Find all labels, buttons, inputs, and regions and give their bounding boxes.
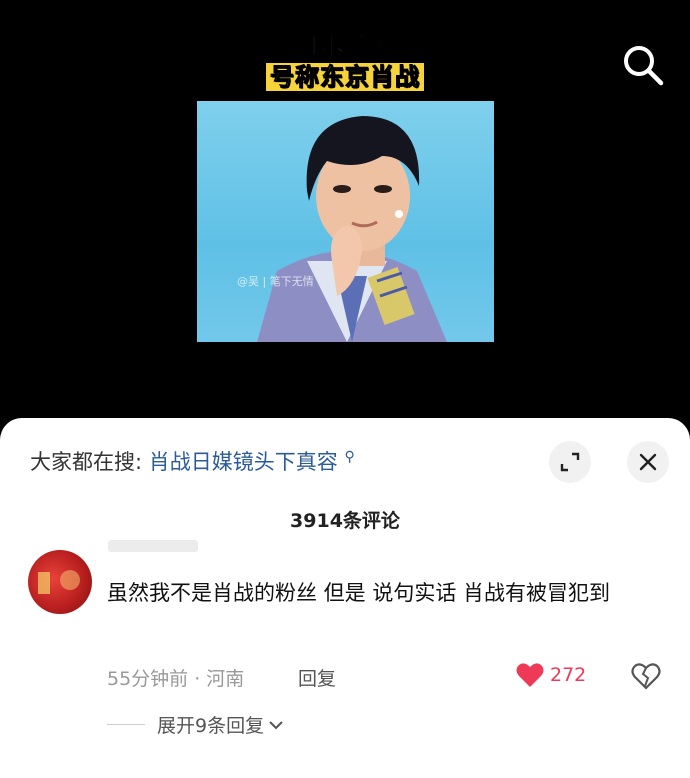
username-placeholder[interactable] <box>108 540 198 552</box>
video-caption-line1: 日本顶流 <box>295 32 395 61</box>
heart-icon <box>516 663 544 687</box>
comments-sheet: 大家都在搜: 肖战日媒镜头下真容 ⚲ 3914条评论 虽然我不是肖战的粉丝 但是… <box>0 418 690 778</box>
dislike-button[interactable] <box>631 662 661 694</box>
comment-text: 虽然我不是肖战的粉丝 但是 说句实话 肖战有被冒犯到 <box>107 581 611 605</box>
like-button[interactable]: 272 <box>516 662 586 688</box>
search-icon[interactable] <box>620 42 666 88</box>
hot-search-suggestion[interactable]: 大家都在搜: 肖战日媒镜头下真容 ⚲ <box>30 446 355 476</box>
small-search-icon: ⚲ <box>344 449 355 465</box>
expand-icon <box>560 452 580 472</box>
divider-line <box>107 724 145 725</box>
hot-search-prefix: 大家都在搜: <box>30 450 143 474</box>
comment-count: 3914条评论 <box>290 510 400 532</box>
expand-replies-button[interactable]: 展开9条回复 <box>107 711 284 738</box>
close-icon <box>639 453 657 471</box>
hot-search-term[interactable]: 肖战日媒镜头下真容 <box>149 450 338 474</box>
broken-heart-icon <box>631 663 661 690</box>
performer-image <box>257 116 447 342</box>
expand-fullscreen-button[interactable] <box>549 441 591 483</box>
close-button[interactable] <box>627 441 669 483</box>
video-player[interactable]: 日本顶流 号称东京肖战 @吴 | 笔下无情 <box>0 0 690 430</box>
video-caption-line2: 号称东京肖战 <box>0 57 690 92</box>
avatar[interactable] <box>28 550 92 614</box>
video-frame[interactable]: @吴 | 笔下无情 <box>197 101 494 342</box>
expand-replies-label: 展开9条回复 <box>157 715 265 737</box>
watermark-text: @吴 | 笔下无情 <box>237 275 314 288</box>
chevron-down-icon <box>269 720 283 729</box>
reply-button[interactable]: 回复 <box>298 664 336 691</box>
comment-meta: 55分钟前 · 河南 <box>107 668 245 690</box>
like-count: 272 <box>550 664 587 686</box>
